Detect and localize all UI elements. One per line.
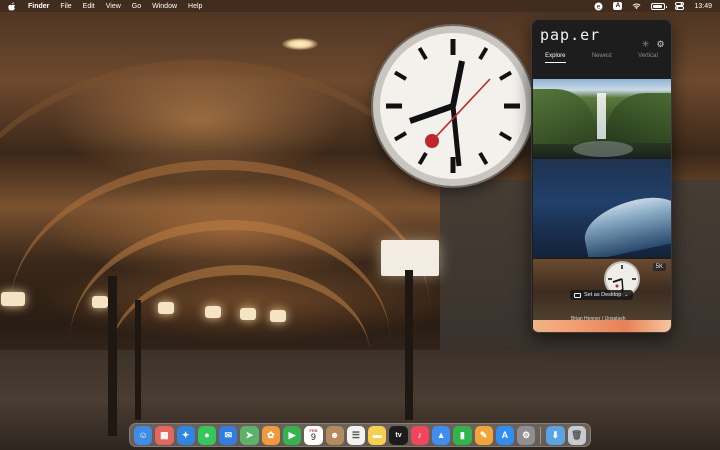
wifi-icon[interactable] xyxy=(632,2,641,10)
dock-safari-icon[interactable]: ✦ xyxy=(176,425,195,445)
dock-facetime-icon[interactable]: ▶ xyxy=(282,425,302,445)
station-clock xyxy=(373,26,533,186)
dock-music-icon[interactable]: ♪ xyxy=(410,425,429,445)
dock-trash-icon[interactable]: 🗑 xyxy=(567,425,586,445)
platform-lamp xyxy=(205,306,221,318)
dock-maps-icon[interactable]: ➤ xyxy=(240,425,259,445)
dock-numbers-icon[interactable]: ▮ xyxy=(453,425,472,445)
pillar xyxy=(108,276,117,436)
menu-app-finder[interactable]: Finder xyxy=(28,3,49,10)
monitor-icon xyxy=(574,292,581,298)
dock-mail-icon[interactable]: ✉ xyxy=(219,425,238,445)
menu-bar: Finder File Edit View Go Window Help e A… xyxy=(0,0,720,12)
menu-window[interactable]: Window xyxy=(152,3,177,10)
dock-notes-icon[interactable]: ▬ xyxy=(368,425,387,445)
set-as-desktop-label: Set as Desktop xyxy=(584,292,622,298)
gear-icon[interactable]: ⚙ xyxy=(656,40,665,49)
dock-calendar-icon[interactable]: FEB 9 xyxy=(304,425,323,445)
status-area: e A 13:49 xyxy=(594,2,712,10)
dock-system-settings-icon[interactable]: ⚙ xyxy=(517,425,536,445)
svg-text:e: e xyxy=(597,3,601,10)
paper-popover: pap.er ✳ ⚙ Explore Newest Vertical 5K Se… xyxy=(531,19,672,333)
platform-lamp xyxy=(92,296,108,308)
menu-edit[interactable]: Edit xyxy=(83,3,95,10)
popover-header: pap.er ✳ ⚙ Explore Newest Vertical xyxy=(532,20,671,72)
clock-face-icon xyxy=(386,39,520,173)
dock-separator xyxy=(540,426,542,444)
paper-menu-extra-icon[interactable]: e xyxy=(594,2,603,10)
platform-sign xyxy=(1,292,25,306)
control-center-icon[interactable] xyxy=(675,2,685,10)
input-source-icon[interactable]: A xyxy=(613,2,623,10)
dock-tv-icon[interactable]: tv xyxy=(389,425,408,445)
dock-keynote-icon[interactable]: ▲ xyxy=(431,425,451,445)
apple-logo-icon[interactable] xyxy=(8,1,16,11)
dock-reminders-icon[interactable]: ☰ xyxy=(346,425,366,445)
calendar-day: 9 xyxy=(310,431,316,442)
platform-lamp xyxy=(270,310,286,322)
resolution-badge: 5K xyxy=(652,263,666,271)
set-as-desktop-button[interactable]: Set as Desktop ⌄ xyxy=(570,290,633,300)
pillar xyxy=(135,300,141,420)
dock-finder-icon[interactable]: ☺ xyxy=(134,425,153,445)
paper-logo: pap.er xyxy=(540,26,601,44)
menu-clock[interactable]: 13:49 xyxy=(694,3,712,10)
sparkle-icon[interactable]: ✳ xyxy=(641,40,650,49)
platform-lamp xyxy=(158,302,174,314)
ceiling-light xyxy=(282,38,318,50)
menu-view[interactable]: View xyxy=(106,3,121,10)
wallpaper-thumbnail-flower[interactable] xyxy=(533,320,671,332)
platform-lamp xyxy=(240,308,256,320)
battery-icon[interactable] xyxy=(651,2,668,10)
wallpaper-thumbnail-waterfall[interactable] xyxy=(533,79,671,157)
menu-file[interactable]: File xyxy=(60,3,71,10)
dock-launchpad-icon[interactable]: ▦ xyxy=(155,425,174,445)
dock-downloads-icon[interactable]: ⬇ xyxy=(546,425,565,445)
menu-go[interactable]: Go xyxy=(132,3,141,10)
tab-vertical[interactable]: Vertical xyxy=(638,53,658,63)
dock-pages-icon[interactable]: ✎ xyxy=(474,425,493,445)
dock-photos-icon[interactable]: ✿ xyxy=(261,425,280,445)
wallpaper-thumbnail-wave[interactable] xyxy=(533,159,671,257)
menu-help[interactable]: Help xyxy=(188,3,202,10)
pillar xyxy=(405,270,413,420)
wallpaper-tabs: Explore Newest Vertical xyxy=(532,53,671,63)
tab-newest[interactable]: Newest xyxy=(592,53,612,63)
tab-explore[interactable]: Explore xyxy=(545,53,566,63)
dock-contacts-icon[interactable]: ☻ xyxy=(325,425,344,445)
chevron-down-icon[interactable]: ⌄ xyxy=(624,292,628,298)
dock: ☺ ▦ ✦ ● ✉ ➤ ✿ ▶ FEB 9 ☻ ☰ ▬ tv ♪ ▲ ▮ ✎ A ⚙ ⬇ 🗑 xyxy=(129,423,591,447)
dock-messages-icon[interactable]: ● xyxy=(197,425,217,445)
dock-app-store-icon[interactable]: A xyxy=(495,425,515,445)
